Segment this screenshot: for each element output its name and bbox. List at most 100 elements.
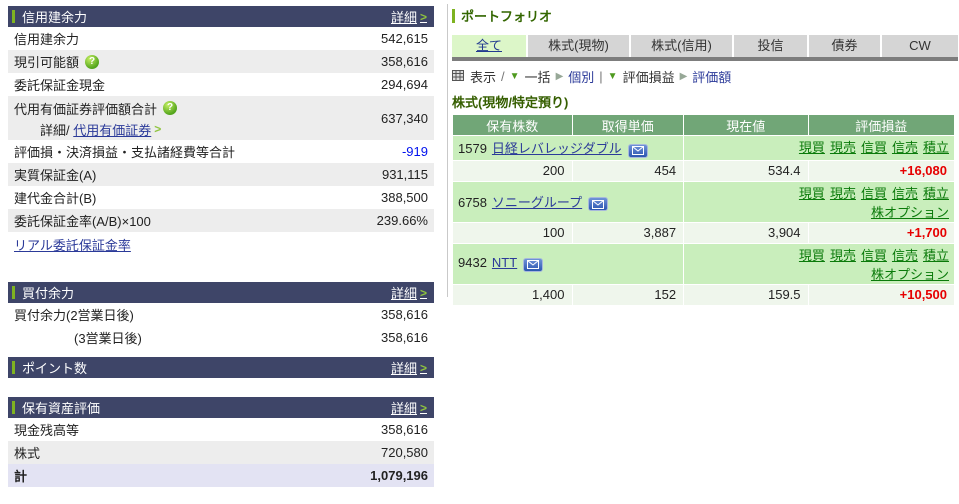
action-cash-buy[interactable]: 現買 bbox=[799, 248, 825, 263]
action-accumulate[interactable]: 積立 bbox=[923, 186, 949, 201]
stock-name-link[interactable]: 日経レバレッジダブル bbox=[492, 141, 622, 156]
row-value: 637,340 bbox=[381, 110, 428, 126]
row-value: 388,500 bbox=[381, 190, 428, 205]
summary-row: 現引可能額 ? 358,616 bbox=[8, 50, 434, 73]
row-value: 1,079,196 bbox=[370, 468, 428, 483]
stock-name-row: 6758 ソニーグループ 現買 現売 信買 信売 積立 株オプション bbox=[453, 181, 954, 222]
summary-row: 信用建余力 542,615 bbox=[8, 27, 434, 50]
summary-row: 買付余力(2営業日後) 358,616 bbox=[8, 303, 434, 326]
portfolio-title: ポートフォリオ bbox=[461, 9, 553, 24]
action-accumulate[interactable]: 積立 bbox=[923, 140, 949, 155]
col-header-pl: 評価損益 bbox=[808, 115, 954, 135]
row-value: 358,616 bbox=[381, 422, 428, 437]
summary-row: 評価損・決済損益・支払諸経費等合計 -919 bbox=[8, 140, 434, 163]
stock-name-link[interactable]: ソニーグループ bbox=[492, 195, 582, 210]
stock-data-row: 200 454 534.4 +16,080 bbox=[453, 160, 954, 181]
summary-row: 委託保証金現金 294,694 bbox=[8, 73, 434, 96]
summary-row: 委託保証金率(A/B)×100 239.66% bbox=[8, 209, 434, 232]
row-value: 294,694 bbox=[381, 77, 428, 92]
col-header-current: 現在値 bbox=[684, 115, 808, 135]
triangle-down-icon: ▼ bbox=[509, 71, 520, 82]
stock-code: 6758 bbox=[458, 194, 487, 210]
stock-code: 1579 bbox=[458, 141, 487, 156]
action-stock-option[interactable]: 株オプション bbox=[871, 267, 949, 282]
action-margin-buy[interactable]: 信買 bbox=[861, 186, 887, 201]
triangle-right-icon: ▶ bbox=[679, 71, 688, 82]
summary-row: 株式 720,580 bbox=[8, 441, 434, 464]
action-margin-sell[interactable]: 信売 bbox=[892, 186, 918, 201]
summary-row: 現金残高等 358,616 bbox=[8, 418, 434, 441]
stock-name-row: 9432 NTT 現買 現売 信買 信売 積立 株オプション bbox=[453, 243, 954, 284]
collateral-securities-link[interactable]: 代用有価証券 bbox=[73, 120, 151, 139]
section-accent-bar bbox=[12, 401, 15, 414]
detail-link[interactable]: 詳細 > bbox=[391, 283, 427, 302]
action-cash-buy[interactable]: 現買 bbox=[799, 186, 825, 201]
stock-name-link[interactable]: NTT bbox=[492, 255, 517, 270]
realtime-margin-ratio-link[interactable]: リアル委託保証金率 bbox=[14, 238, 131, 253]
chevron-right-icon: > bbox=[419, 400, 427, 415]
action-stock-option[interactable]: 株オプション bbox=[871, 205, 949, 220]
batch-mode-label[interactable]: 一括 bbox=[525, 67, 551, 86]
mail-icon[interactable] bbox=[523, 257, 544, 272]
col-header-cost: 取得単価 bbox=[572, 115, 684, 135]
stock-code: 9432 bbox=[458, 255, 487, 271]
holdings-header-row: 保有株数 取得単価 現在値 評価損益 bbox=[453, 115, 954, 135]
row-value: 358,616 bbox=[381, 307, 428, 322]
row-value: 358,616 bbox=[381, 330, 428, 345]
section-header-points: ポイント数 詳細 > bbox=[8, 357, 434, 378]
tab-all[interactable]: 全て bbox=[452, 35, 526, 57]
shares-value: 1,400 bbox=[453, 284, 572, 305]
action-accumulate[interactable]: 積立 bbox=[923, 248, 949, 263]
section-title: 買付余力 bbox=[22, 286, 75, 301]
tab-cw[interactable]: CW bbox=[882, 35, 958, 57]
chevron-right-icon: > bbox=[419, 360, 427, 375]
mail-icon[interactable] bbox=[588, 197, 609, 212]
tab-funds[interactable]: 投信 bbox=[734, 35, 807, 57]
current-value: 3,904 bbox=[684, 222, 808, 243]
action-cash-sell[interactable]: 現売 bbox=[830, 248, 856, 263]
table-grid-icon bbox=[452, 69, 464, 84]
detail-link[interactable]: 詳細 > bbox=[391, 358, 427, 377]
help-icon[interactable]: ? bbox=[163, 101, 178, 115]
section-title: ポイント数 bbox=[22, 361, 88, 376]
summary-row-total: 計 1,079,196 bbox=[8, 464, 434, 487]
action-cash-sell[interactable]: 現売 bbox=[830, 140, 856, 155]
individual-mode-link[interactable]: 個別 bbox=[568, 67, 594, 86]
shares-value: 100 bbox=[453, 222, 572, 243]
summary-row: 実質保証金(A) 931,115 bbox=[8, 163, 434, 186]
tab-stocks-cash[interactable]: 株式(現物) bbox=[528, 35, 629, 57]
tab-bonds[interactable]: 債券 bbox=[809, 35, 880, 57]
pl-value: +1,700 bbox=[808, 222, 954, 243]
portfolio-panel: ポートフォリオ 全て 株式(現物) 株式(信用) 投信 債券 CW 表示 / ▼… bbox=[452, 6, 958, 306]
action-margin-buy[interactable]: 信買 bbox=[861, 140, 887, 155]
triangle-right-icon: ▶ bbox=[555, 71, 564, 82]
pl-mode-label[interactable]: 評価損益 bbox=[623, 67, 675, 86]
cost-value: 454 bbox=[572, 160, 684, 181]
chevron-right-icon: > bbox=[419, 9, 427, 24]
action-margin-buy[interactable]: 信買 bbox=[861, 248, 887, 263]
detail-link[interactable]: 詳細 > bbox=[391, 7, 427, 26]
valuation-mode-link[interactable]: 評価額 bbox=[692, 67, 731, 86]
chevron-right-icon: > bbox=[154, 122, 162, 136]
col-header-shares: 保有株数 bbox=[453, 115, 572, 135]
account-summary-panel: 信用建余力 詳細 > 信用建余力 542,615 現引可能額 ? 358,616… bbox=[8, 6, 434, 487]
action-cash-buy[interactable]: 現買 bbox=[799, 140, 825, 155]
action-margin-sell[interactable]: 信売 bbox=[892, 248, 918, 263]
action-cash-sell[interactable]: 現売 bbox=[830, 186, 856, 201]
section-title: 信用建余力 bbox=[22, 10, 88, 25]
row-value-negative: -919 bbox=[401, 144, 428, 159]
help-icon[interactable]: ? bbox=[85, 54, 100, 69]
tab-stocks-margin[interactable]: 株式(信用) bbox=[631, 35, 732, 57]
mail-icon[interactable] bbox=[627, 143, 648, 158]
row-value: 542,615 bbox=[381, 31, 428, 46]
detail-link[interactable]: 詳細 > bbox=[391, 398, 427, 417]
action-margin-sell[interactable]: 信売 bbox=[892, 140, 918, 155]
section-header-buying-power: 買付余力 詳細 > bbox=[8, 282, 434, 303]
row-value: 720,580 bbox=[381, 445, 428, 460]
view-label[interactable]: 表示 bbox=[470, 67, 496, 86]
triangle-down-icon: ▼ bbox=[607, 71, 618, 82]
cost-value: 152 bbox=[572, 284, 684, 305]
